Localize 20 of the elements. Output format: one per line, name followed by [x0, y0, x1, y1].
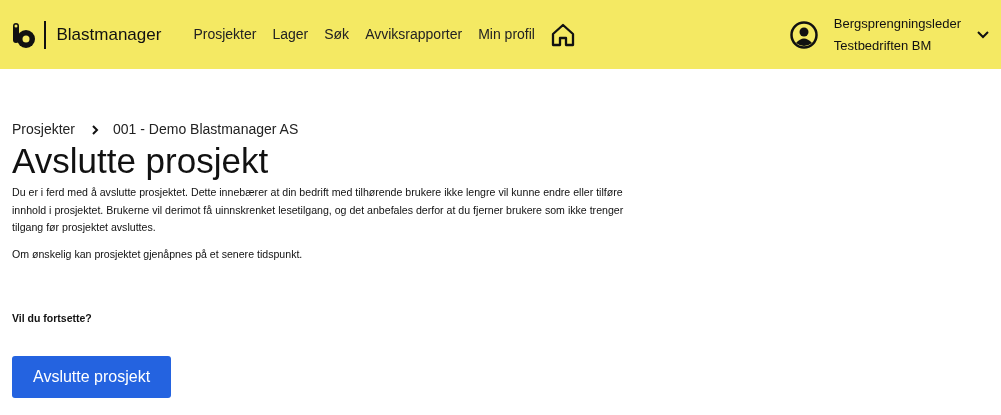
- confirm-question: Vil du fortsette?: [12, 311, 93, 326]
- user-role: Bergsprengningsleder: [833, 14, 961, 33]
- paragraph: Du er i ferd med å avslutte prosjektet. Dette innebærer at din bedrift med tilhørende brukere ikke lengre vil kunne endre eller tilføre innhold i prosjektet. Brukerne vil derimot få uinnskrenket lesetilgang, og det anbefales derfor at du fjerner brukere som ikke trenger tilgang før prosjektet avsluttes.: [12, 185, 625, 235]
- user-avatar-icon[interactable]: [789, 20, 818, 49]
- paragraph: Om ønskelig kan prosjektet gjenåpnes på et senere tidspunkt.: [12, 246, 304, 262]
- breadcrumb-item[interactable]: Prosjekter: [12, 119, 76, 140]
- nav-link[interactable]: Lager: [264, 24, 317, 45]
- close-project-button[interactable]: Avslutte prosjekt: [12, 355, 172, 398]
- page-title: Avslutte prosjekt: [12, 143, 270, 178]
- breadcrumb-item: 001 - Demo Blastmanager AS: [113, 120, 299, 139]
- nav-link[interactable]: Prosjekter: [185, 24, 265, 45]
- chevron-down-icon[interactable]: [977, 30, 989, 39]
- company-name: Testbedriften BM: [833, 36, 933, 55]
- nav-link[interactable]: Min profil: [470, 24, 543, 45]
- brand-name: Blastmanager: [56, 23, 162, 46]
- home-icon[interactable]: [550, 22, 575, 47]
- chevron-right-icon: [91, 124, 100, 135]
- logo-icon: [12, 20, 36, 49]
- nav-link[interactable]: Avviksrapporter: [357, 24, 471, 45]
- nav-link[interactable]: Søk: [316, 24, 358, 45]
